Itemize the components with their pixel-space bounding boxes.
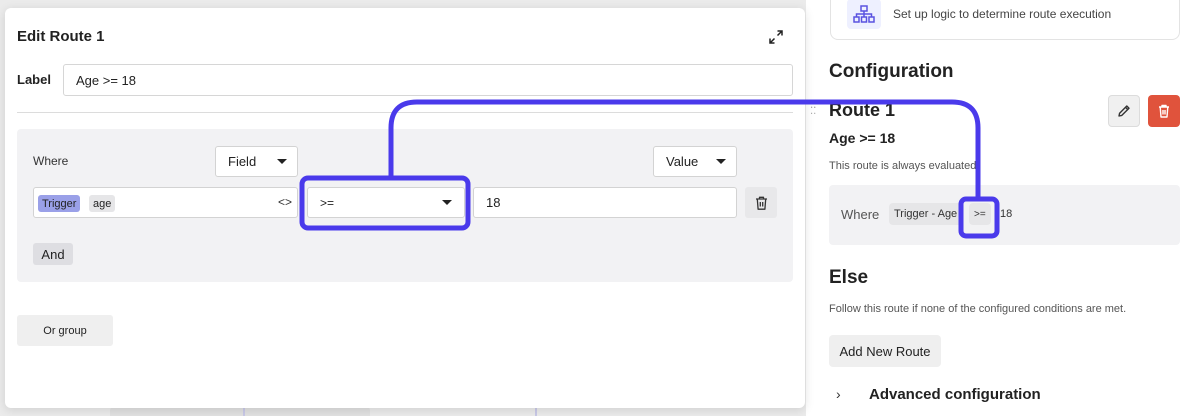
chevron-right-icon[interactable]: › xyxy=(836,386,841,402)
else-note: Follow this route if none of the configu… xyxy=(829,303,1127,315)
value-input[interactable] xyxy=(473,187,737,218)
caret-down-icon xyxy=(442,200,452,205)
and-button[interactable]: And xyxy=(33,243,73,265)
field-chip: age xyxy=(89,195,116,212)
advanced-configuration-toggle[interactable]: Advanced configuration xyxy=(869,386,1041,403)
route-title: Route 1 xyxy=(829,100,896,120)
summary-operator-chip: >= xyxy=(969,203,991,225)
label-input[interactable] xyxy=(63,64,793,96)
delete-route-button[interactable] xyxy=(1148,95,1180,127)
value-type-select-label: Value xyxy=(666,154,699,169)
expand-icon xyxy=(769,30,783,44)
org-chart-icon xyxy=(847,0,881,29)
route-note: This route is always evaluated. xyxy=(829,160,980,172)
field-type-select-label: Field xyxy=(228,154,257,169)
trigger-chip: Trigger xyxy=(38,195,81,212)
expand-button[interactable] xyxy=(765,26,787,48)
condition-group: Where Field Value Trigger age <> >= And xyxy=(17,129,793,282)
trash-icon xyxy=(1159,104,1169,118)
pencil-icon xyxy=(1118,105,1130,117)
configuration-panel: Set up logic to determine route executio… xyxy=(806,0,1190,416)
or-group-button[interactable]: Or group xyxy=(17,315,113,346)
code-icon[interactable]: <> xyxy=(278,195,292,209)
route-logic-description: Set up logic to determine route executio… xyxy=(893,7,1112,21)
summary-field-chip: Trigger - Age xyxy=(889,203,963,225)
route-logic-card: Set up logic to determine route executio… xyxy=(830,0,1180,40)
configuration-title: Configuration xyxy=(829,61,954,82)
operator-value: >= xyxy=(320,195,335,210)
value-type-select[interactable]: Value xyxy=(653,146,737,177)
field-type-select[interactable]: Field xyxy=(215,146,298,177)
trash-icon xyxy=(755,196,767,210)
condition-summary: Where Trigger - Age >= 18 xyxy=(829,185,1180,245)
where-label: Where xyxy=(841,207,880,222)
drag-handle[interactable]: ⁚⁚ ⁚⁚ xyxy=(810,101,816,117)
summary-value-chip: 18 xyxy=(1000,208,1013,220)
caret-down-icon xyxy=(716,159,726,164)
where-label: Where xyxy=(33,154,69,168)
field-input[interactable]: Trigger age <> xyxy=(33,187,298,218)
operator-select[interactable]: >= xyxy=(307,187,465,218)
modal-title: Edit Route 1 xyxy=(17,28,105,45)
route-label: Age >= 18 xyxy=(829,130,896,146)
else-title: Else xyxy=(829,267,869,288)
caret-down-icon xyxy=(277,159,287,164)
delete-condition-button[interactable] xyxy=(745,187,777,218)
divider xyxy=(17,112,793,113)
edit-route-modal: Edit Route 1 Label Where Field Value Tri… xyxy=(5,8,805,408)
edit-route-button[interactable] xyxy=(1108,95,1140,127)
label-caption: Label xyxy=(17,72,51,87)
add-new-route-button[interactable]: Add New Route xyxy=(829,335,941,367)
